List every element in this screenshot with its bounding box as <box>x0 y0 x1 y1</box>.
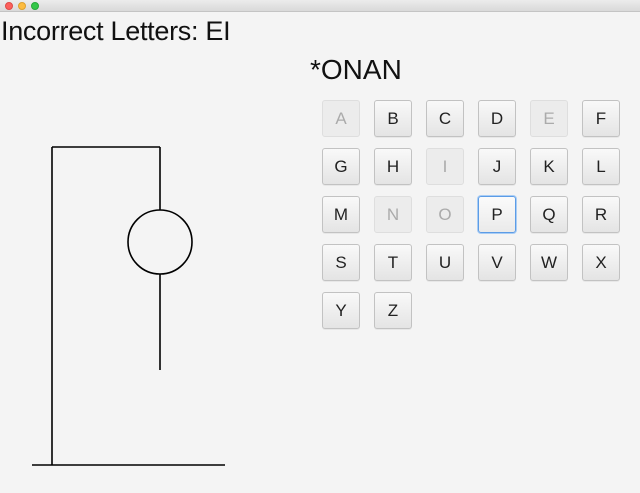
letter-key-r[interactable]: R <box>582 196 620 233</box>
letter-key-e: E <box>530 100 568 137</box>
letter-key-s[interactable]: S <box>322 244 360 281</box>
letter-key-p[interactable]: P <box>478 196 516 233</box>
letter-key-k[interactable]: K <box>530 148 568 185</box>
title-bar[interactable] <box>0 0 640 12</box>
letter-key-n: N <box>374 196 412 233</box>
letter-key-j[interactable]: J <box>478 148 516 185</box>
minimize-window-button[interactable] <box>18 2 26 10</box>
letter-key-l[interactable]: L <box>582 148 620 185</box>
letter-key-y[interactable]: Y <box>322 292 360 329</box>
letter-key-q[interactable]: Q <box>530 196 568 233</box>
app-window: Incorrect Letters: EI *ONAN ABCDEF GHIJKL… <box>0 0 640 493</box>
letter-key-a: A <box>322 100 360 137</box>
letter-key-o: O <box>426 196 464 233</box>
letter-key-m[interactable]: M <box>322 196 360 233</box>
incorrect-letters-label: Incorrect Letters: EI <box>1 16 231 46</box>
letter-key-c[interactable]: C <box>426 100 464 137</box>
letter-keyboard: ABCDEF GHIJKL MNOPQR STUVWX YZ <box>322 100 628 329</box>
letter-key-u[interactable]: U <box>426 244 464 281</box>
letter-key-w[interactable]: W <box>530 244 568 281</box>
letter-key-h[interactable]: H <box>374 148 412 185</box>
close-window-button[interactable] <box>5 2 13 10</box>
hangman-head <box>127 209 193 275</box>
letter-key-d[interactable]: D <box>478 100 516 137</box>
letter-key-z[interactable]: Z <box>374 292 412 329</box>
letter-key-i: I <box>426 148 464 185</box>
letter-key-g[interactable]: G <box>322 148 360 185</box>
letter-key-v[interactable]: V <box>478 244 516 281</box>
letter-key-x[interactable]: X <box>582 244 620 281</box>
word-display: *ONAN <box>310 54 402 85</box>
zoom-window-button[interactable] <box>31 2 39 10</box>
letter-key-f[interactable]: F <box>582 100 620 137</box>
letter-key-t[interactable]: T <box>374 244 412 281</box>
letter-key-b[interactable]: B <box>374 100 412 137</box>
